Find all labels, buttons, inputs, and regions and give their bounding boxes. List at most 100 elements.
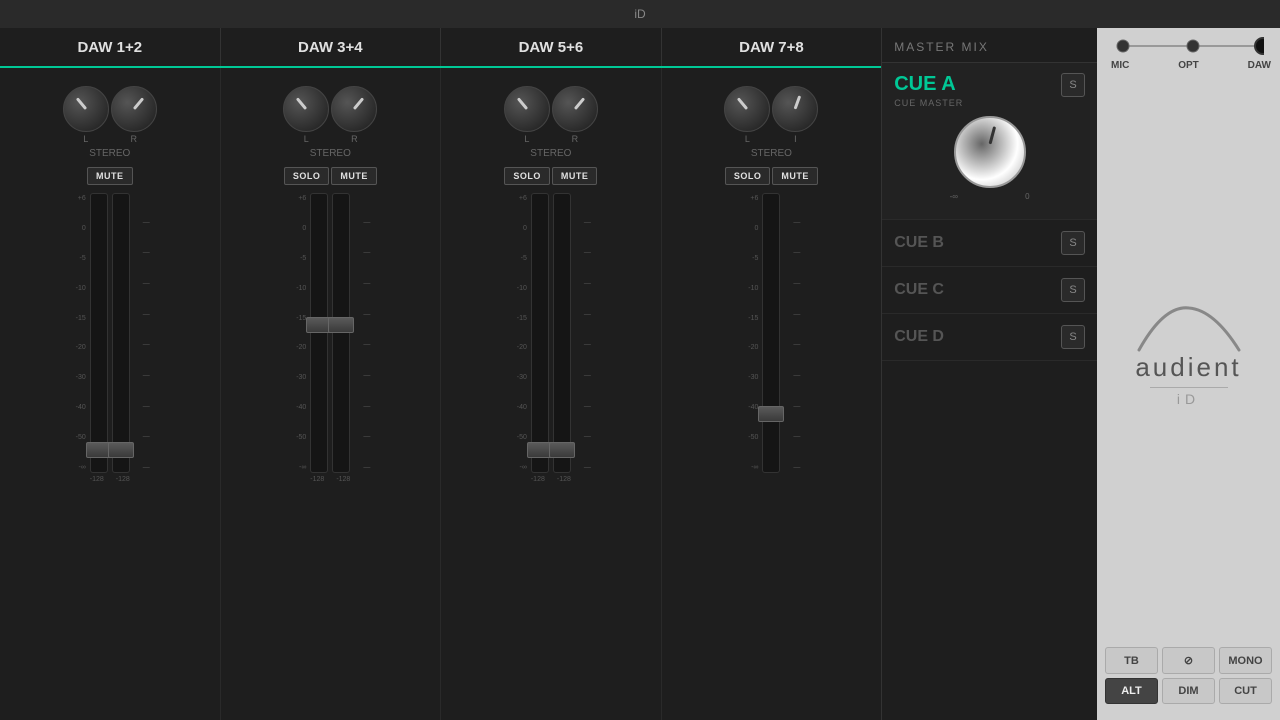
audient-text: audient: [1124, 352, 1254, 383]
bottom-buttons: TB ⊘ MONO ALT DIM CUT: [1097, 635, 1280, 720]
fader-R-daw56: [553, 193, 571, 473]
tb-button[interactable]: TB: [1105, 647, 1158, 674]
mute-button-daw56[interactable]: MUTE: [552, 167, 598, 185]
knob-daw56-R[interactable]: [552, 86, 598, 132]
knob-unit-daw56-L: L: [504, 86, 550, 144]
sidebar: MIC OPT DAW audient iD TB ⊘ MONO: [1097, 0, 1280, 720]
cue-c-s-button[interactable]: S: [1061, 278, 1085, 302]
input-selector-track: [1107, 36, 1270, 56]
fader-track-L-daw56: [531, 193, 549, 473]
cue-d-s-button[interactable]: S: [1061, 325, 1085, 349]
stereo-label-daw34: STEREO: [225, 148, 437, 159]
fader-L-daw34: [310, 193, 328, 473]
channel-strip-daw12: L R STEREO MUTE +60-5-10-15-20-30-40-50-…: [0, 68, 221, 720]
cue-b-s-button[interactable]: S: [1061, 231, 1085, 255]
input-labels: MIC OPT DAW: [1111, 60, 1271, 71]
knob-unit-daw56-R: R: [552, 86, 598, 144]
cue-d-label: CUE D: [894, 328, 944, 345]
fader-value-L-daw56: -128: [531, 476, 545, 483]
input-selector-line-svg: [1113, 36, 1264, 56]
scale-col-daw56: +60-5-10-15-20-30-40-50-∞: [511, 193, 527, 473]
fader-track-L-daw78: [762, 193, 780, 473]
fader-L-daw56: [531, 193, 549, 473]
knobs-row-daw34: L R: [283, 86, 377, 144]
knob-unit-daw34-L: L: [283, 86, 329, 144]
solo-button-daw78[interactable]: SOLO: [725, 167, 771, 185]
cue-a-s-button[interactable]: S: [1061, 73, 1085, 97]
knob-daw78-L[interactable]: [724, 86, 770, 132]
app-container: iD DAW 1+2 DAW 3+4 DAW 5+6 DAW 7+8: [0, 0, 1280, 720]
channel-strip-daw56: L R STEREO SOLO MUTE +60-5-10-15-20-30-4…: [441, 68, 662, 720]
faders-row-daw56: +60-5-10-15-20-30-40-50-∞ —————————: [511, 193, 591, 473]
fader-handle-R-daw56[interactable]: [549, 442, 575, 458]
title-bar: iD: [0, 0, 1280, 28]
knob-daw78-I[interactable]: [772, 86, 818, 132]
fader-handle-R-daw12[interactable]: [108, 442, 134, 458]
knob-label-L: L: [83, 134, 88, 144]
channel-header-daw34: DAW 3+4: [221, 28, 442, 66]
knob-daw12-L[interactable]: [63, 86, 109, 132]
title-bar-text: iD: [634, 7, 645, 21]
stereo-label-daw12: STEREO: [4, 148, 216, 159]
cue-b-label: CUE B: [894, 234, 944, 251]
faders-row-daw34: +60-5-10-15-20-30-40-50-∞ —————————: [290, 193, 370, 473]
channel-strip-daw78: L I STEREO SOLO MUTE +60-5-10-15-20-30-4…: [662, 68, 882, 720]
mute-button-daw78[interactable]: MUTE: [772, 167, 818, 185]
cue-master-knob-area: -∞ 0: [894, 116, 1085, 201]
btn-row-2: ALT DIM CUT: [1105, 678, 1272, 704]
cue-b-section: CUE B S: [882, 220, 1097, 267]
fader-value-R-daw34: -128: [336, 476, 350, 483]
master-mix-section: MASTER MIX: [882, 28, 1097, 63]
button-row-daw56: SOLO MUTE: [445, 167, 657, 185]
knob-label-R: R: [131, 134, 138, 144]
audient-arc-svg: [1124, 300, 1254, 355]
stereo-label-daw56: STEREO: [445, 148, 657, 159]
button-row-daw12: MUTE: [4, 167, 216, 185]
fader-handle-L-daw78[interactable]: [758, 406, 784, 422]
solo-button-daw56[interactable]: SOLO: [504, 167, 550, 185]
cut-button[interactable]: CUT: [1219, 678, 1272, 704]
knobs-row-daw12: L R: [63, 86, 157, 144]
input-selector-area: MIC OPT DAW: [1097, 28, 1280, 71]
solo-button-daw34[interactable]: SOLO: [284, 167, 330, 185]
input-label-opt: OPT: [1178, 60, 1199, 71]
cue-d-section: CUE D S: [882, 314, 1097, 361]
dim-button[interactable]: DIM: [1162, 678, 1215, 704]
knob-daw12-R[interactable]: [111, 86, 157, 132]
cue-knob-max: 0: [1025, 192, 1029, 201]
audient-id-text: iD: [1150, 387, 1228, 407]
input-label-mic: MIC: [1111, 60, 1129, 71]
knob-daw56-L[interactable]: [504, 86, 550, 132]
knob-daw34-L[interactable]: [283, 86, 329, 132]
fader-track-R-daw34: [332, 193, 350, 473]
mono-button[interactable]: MONO: [1219, 647, 1272, 674]
fader-track-L-daw12: [90, 193, 108, 473]
alt-button[interactable]: ALT: [1105, 678, 1158, 704]
scale-col-daw78: +60-5-10-15-20-30-40-50-∞: [742, 193, 758, 473]
fader-L-daw78: [762, 193, 780, 473]
input-label-daw: DAW: [1248, 60, 1271, 71]
cue-a-label: CUE A: [894, 73, 1061, 96]
channel-header-daw12: DAW 1+2: [0, 28, 221, 66]
cue-knob-scale: -∞ 0: [950, 192, 1030, 201]
fader-value-R-daw56: -128: [557, 476, 571, 483]
channel-headers: DAW 1+2 DAW 3+4 DAW 5+6 DAW 7+8: [0, 28, 881, 68]
fader-value-R-daw12: -128: [116, 476, 130, 483]
channel-strip-daw34: L R STEREO SOLO MUTE +60-5-10-15-20-30-4…: [221, 68, 442, 720]
mute-button-daw12[interactable]: MUTE: [87, 167, 133, 185]
mute-button-daw34[interactable]: MUTE: [331, 167, 377, 185]
fader-handle-R-daw34[interactable]: [328, 317, 354, 333]
fader-R-daw12: [112, 193, 130, 473]
channel-strips: L R STEREO MUTE +60-5-10-15-20-30-40-50-…: [0, 68, 881, 720]
knob-unit-daw78-L: L: [724, 86, 770, 144]
cue-master-knob[interactable]: [954, 116, 1026, 188]
cue-a-left: CUE A CUE MASTER: [894, 73, 1061, 108]
fader-value-L-daw12: -128: [90, 476, 104, 483]
button-row-daw78: SOLO MUTE: [666, 167, 878, 185]
knob-unit-daw12-R: R: [111, 86, 157, 144]
cue-a-section: CUE A CUE MASTER S -∞ 0: [882, 63, 1097, 220]
channel-header-daw78: DAW 7+8: [662, 28, 882, 66]
phase-button[interactable]: ⊘: [1162, 647, 1215, 674]
button-row-daw34: SOLO MUTE: [225, 167, 437, 185]
knob-daw34-R[interactable]: [331, 86, 377, 132]
